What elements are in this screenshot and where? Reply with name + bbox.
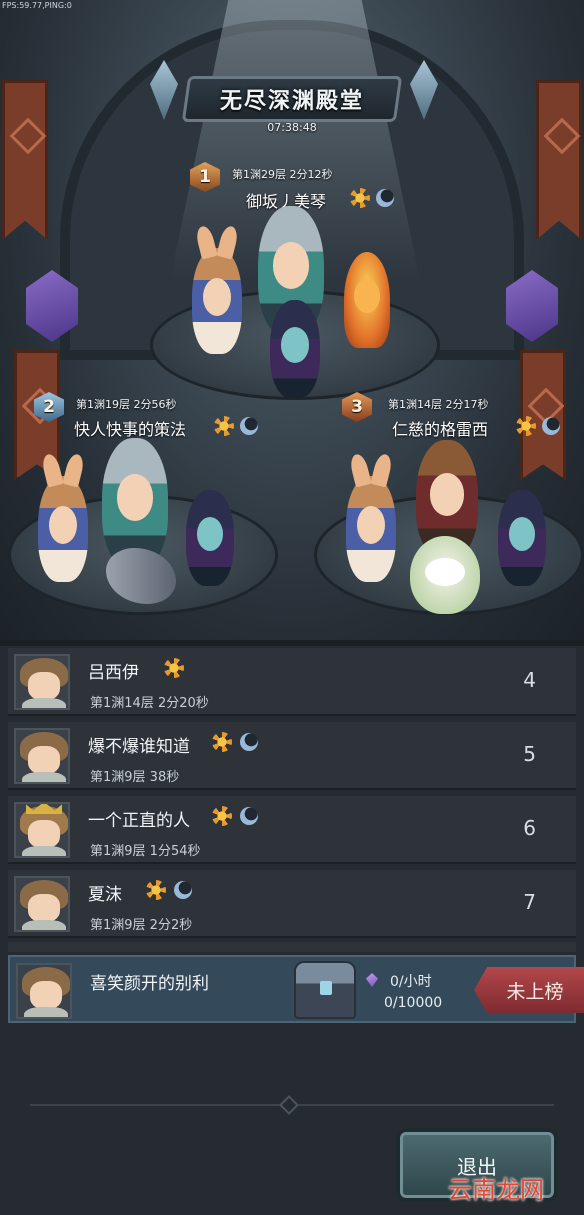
- sun-icon: [212, 806, 232, 826]
- rank-1-progress: 第1渊29层 2分12秒: [232, 168, 333, 181]
- right-lower-banner: [520, 350, 566, 480]
- player-buffs: [212, 806, 258, 826]
- page-title: 无尽深渊殿堂: [219, 89, 364, 114]
- player-name: 一个正直的人: [88, 811, 190, 831]
- watermark: 云南龙网: [448, 1176, 544, 1204]
- player-buffs: [212, 732, 258, 752]
- player-progress: 第1渊9层 38秒: [90, 770, 180, 785]
- status-badge: 未上榜: [474, 967, 584, 1013]
- player-buffs: [146, 880, 192, 900]
- rank-1-buffs: [350, 188, 394, 208]
- rank-2-progress: 第1渊19层 2分56秒: [76, 398, 177, 411]
- rank-3-buffs: [516, 416, 560, 436]
- avatar: [14, 728, 70, 784]
- list-item-rank-4[interactable]: 吕西伊 第1渊14层 2分20秒 4: [8, 648, 576, 716]
- moon-icon: [376, 189, 394, 207]
- rank-2-buffs: [214, 416, 258, 436]
- player-progress: 第1渊9层 1分54秒: [90, 844, 201, 859]
- sun-icon: [212, 732, 232, 752]
- rank-3-name[interactable]: 仁慈的格雷西: [392, 416, 488, 440]
- player-rank: 6: [523, 816, 536, 840]
- title-plate: 无尽深渊殿堂: [181, 76, 403, 122]
- player-rank: 5: [523, 742, 536, 766]
- player-buffs: [164, 658, 184, 678]
- rank-3-hero-ghost[interactable]: [410, 536, 480, 614]
- avatar: [14, 802, 70, 858]
- crystal-icon: [366, 973, 378, 987]
- avatar: [14, 654, 70, 710]
- sun-icon: [214, 416, 234, 436]
- self-name: 喜笑颜开的别利: [90, 974, 209, 994]
- rank-3-badge: 3: [342, 392, 372, 422]
- moon-icon: [174, 881, 192, 899]
- sun-icon: [164, 658, 184, 678]
- reward-progress: 0/10000: [384, 995, 443, 1011]
- player-name: 爆不爆谁知道: [88, 737, 190, 757]
- player-progress: 第1渊14层 2分20秒: [90, 696, 209, 711]
- moon-icon: [542, 417, 560, 435]
- left-banner: [2, 80, 48, 240]
- player-rank: 4: [523, 668, 536, 692]
- countdown-timer: 07:38:48: [267, 121, 317, 134]
- rank-1-hero-dark[interactable]: [270, 300, 320, 398]
- rank-1-hero-fire[interactable]: [344, 252, 390, 348]
- rank-3-progress: 第1渊14层 2分17秒: [388, 398, 489, 411]
- player-name: 吕西伊: [88, 663, 139, 683]
- player-progress: 第1渊9层 2分2秒: [90, 918, 193, 933]
- avatar: [14, 876, 70, 932]
- moon-icon: [240, 417, 258, 435]
- moon-icon: [240, 807, 258, 825]
- list-item-rank-5[interactable]: 爆不爆谁知道 第1渊9层 38秒 5: [8, 722, 576, 790]
- list-scroll-peek: [8, 942, 576, 952]
- fps-counter: FPS:59.77,PING:0: [2, 1, 72, 10]
- list-item-rank-7[interactable]: 夏沫 第1渊9层 2分2秒 7: [8, 870, 576, 938]
- avatar: [16, 963, 72, 1019]
- moon-icon: [240, 733, 258, 751]
- sun-icon: [350, 188, 370, 208]
- rank-2-hero-fox[interactable]: [38, 476, 88, 582]
- reward-chest-icon[interactable]: [294, 961, 356, 1019]
- rank-2-name[interactable]: 快人快事的策法: [74, 416, 186, 440]
- arena-scene: FPS:59.77,PING:0 无尽深渊殿堂 07:38:48 1 第1渊29…: [0, 0, 584, 640]
- list-item-rank-6[interactable]: 一个正直的人 第1渊9层 1分54秒 6: [8, 796, 576, 864]
- player-name: 夏沫: [88, 885, 122, 905]
- reward-rate: 0/小时: [390, 974, 432, 990]
- rank-3-hero-dark[interactable]: [498, 490, 546, 586]
- rank-1-hero-fox[interactable]: [192, 248, 242, 354]
- rank-2-hero-dark[interactable]: [186, 490, 234, 586]
- right-banner: [536, 80, 582, 240]
- player-rank: 7: [523, 890, 536, 914]
- panel-top-edge: [0, 640, 584, 646]
- sun-icon: [146, 880, 166, 900]
- self-rank-row: 喜笑颜开的别利 0/小时 0/10000 未上榜: [8, 955, 584, 1023]
- rank-3-hero-fox[interactable]: [346, 476, 396, 582]
- sun-icon: [516, 416, 536, 436]
